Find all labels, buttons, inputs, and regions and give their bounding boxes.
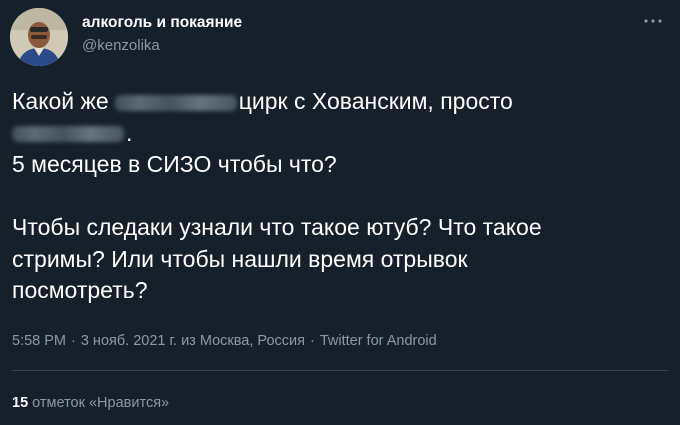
meta-separator: ·	[309, 333, 315, 349]
divider	[12, 370, 668, 371]
likes-count: 15	[12, 395, 29, 411]
meta-separator: ·	[71, 333, 76, 349]
avatar[interactable]	[10, 8, 68, 66]
tweet-card: алкоголь и покаяние @kenzolika Какой же ц…	[0, 0, 680, 425]
tweet-line: Чтобы следаки узнали что такое ютуб? Что…	[12, 214, 542, 240]
tweet-line: Какой же цирк с Хованским, просто	[12, 86, 652, 118]
tweet-text-segment: Какой же	[12, 88, 109, 114]
tweet-line: посмотреть?	[12, 277, 148, 303]
tweet-text-segment: цирк с Хованским, просто	[238, 88, 513, 114]
tweet-line: стримы? Или чтобы нашли время отрывок	[12, 245, 468, 272]
tweet-date-location[interactable]: 3 нояб. 2021 г. из Москва, Россия	[81, 333, 305, 349]
tweet-client[interactable]: Twitter for Android	[320, 333, 437, 349]
censored-word-blur	[12, 126, 124, 143]
tweet-line: 5 месяцев в СИЗО чтобы что?	[12, 151, 337, 177]
tweet-line: .	[12, 118, 652, 150]
username[interactable]: @kenzolika	[82, 37, 160, 54]
more-horizontal-icon[interactable]	[642, 14, 664, 28]
likes-stat[interactable]: 15 отметок «Нравится»	[12, 395, 169, 411]
profile-photo-icon	[10, 8, 68, 66]
tweet-meta: 5:58 PM · 3 нояб. 2021 г. из Москва, Росси…	[12, 333, 437, 349]
tweet-text: Какой же цирк с Хованским, просто . 5 мес…	[12, 86, 652, 307]
censored-word-blur	[114, 94, 237, 111]
likes-label: отметок «Нравится»	[32, 395, 170, 411]
tweet-time[interactable]: 5:58 PM	[12, 333, 66, 349]
tweet-text-segment: .	[126, 119, 133, 146]
display-name[interactable]: алкоголь и покаяние	[82, 14, 242, 32]
